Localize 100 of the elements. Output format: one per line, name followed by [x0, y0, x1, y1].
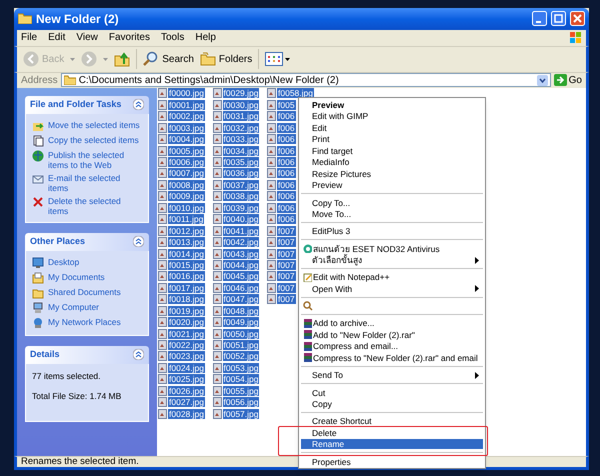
- file-name[interactable]: f0057.jpg: [222, 408, 260, 419]
- task-link[interactable]: Publish the selected items to the Web: [48, 150, 142, 170]
- file-name[interactable]: f0006.jpg: [168, 157, 205, 168]
- task-link[interactable]: Copy the selected items: [48, 134, 142, 145]
- task-link[interactable]: My Documents: [48, 272, 142, 282]
- file-name[interactable]: f006: [277, 202, 296, 213]
- file-name[interactable]: f006: [277, 122, 296, 133]
- file-name[interactable]: f0036.jpg: [222, 168, 260, 178]
- file-name[interactable]: f0052.jpg: [222, 351, 260, 362]
- file-name[interactable]: f007: [277, 294, 296, 304]
- file-name[interactable]: f0035.jpg: [222, 157, 260, 168]
- file-name[interactable]: f0009.jpg: [168, 191, 205, 202]
- file-name[interactable]: f0016.jpg: [168, 271, 205, 282]
- file-name[interactable]: f0021.jpg: [168, 328, 205, 339]
- file-name[interactable]: f0043.jpg: [222, 248, 260, 259]
- file-name[interactable]: f0027.jpg: [168, 397, 205, 408]
- menu-item[interactable]: Edit: [48, 30, 66, 46]
- file-name[interactable]: f006: [277, 157, 296, 168]
- file-name[interactable]: f007: [277, 282, 296, 293]
- file-name[interactable]: f0013.jpg: [168, 237, 205, 248]
- file-name[interactable]: f007: [277, 248, 296, 259]
- file-name[interactable]: f007: [277, 226, 296, 236]
- menu-item[interactable]: Compress to "New Folder (2).rar" and email: [301, 352, 483, 363]
- task-link[interactable]: My Network Places: [48, 316, 142, 327]
- file-name[interactable]: f006: [277, 191, 296, 202]
- file-name[interactable]: f0011.jpg: [168, 214, 204, 224]
- file-name[interactable]: f0051.jpg: [222, 340, 260, 350]
- menu-item[interactable]: Copy To...: [301, 198, 483, 208]
- menu-item[interactable]: Open With: [301, 284, 483, 294]
- menu-item[interactable]: Cut: [301, 388, 483, 398]
- file-name[interactable]: f0018.jpg: [168, 294, 205, 304]
- file-name[interactable]: f006: [277, 168, 296, 178]
- file-name[interactable]: f0039.jpg: [222, 202, 260, 213]
- file-name[interactable]: f0041.jpg: [222, 226, 260, 236]
- menu-item[interactable]: Edit with GIMP: [301, 111, 483, 122]
- menu-item[interactable]: Add to "New Folder (2).rar": [301, 330, 483, 340]
- file-name[interactable]: f0048.jpg: [222, 306, 260, 316]
- menu-item[interactable]: ตัวเลือกขั้นสูง: [301, 255, 483, 266]
- menu-item[interactable]: Create Shortcut: [301, 416, 483, 426]
- file-name[interactable]: f0046.jpg: [222, 282, 260, 293]
- menu-item[interactable]: Preview: [301, 100, 483, 110]
- folders-button[interactable]: Folders: [200, 52, 252, 67]
- menu-item[interactable]: Edit: [301, 122, 483, 133]
- file-name[interactable]: f0037.jpg: [222, 180, 260, 190]
- task-link[interactable]: Move the selected items: [48, 120, 142, 130]
- file-name[interactable]: f0007.jpg: [168, 168, 205, 178]
- file-name[interactable]: f0000.jpg: [168, 88, 205, 98]
- menu-item[interactable]: Add to archive...: [301, 318, 483, 328]
- menu-item[interactable]: Tools: [160, 30, 184, 46]
- file-name[interactable]: f006: [277, 214, 296, 224]
- menu-item[interactable]: สแกนด้วย ESET NOD32 Antivirus: [301, 244, 483, 254]
- menu-item[interactable]: Properties: [301, 456, 483, 467]
- address-field[interactable]: C:\Documents and Settings\admin\Desktop\New Folder (2): [60, 73, 551, 88]
- menu-item[interactable]: Edit with Notepad++: [301, 272, 483, 282]
- file-name[interactable]: f0032.jpg: [222, 122, 260, 133]
- panel-header[interactable]: Other Places: [25, 232, 149, 251]
- file-name[interactable]: f0005.jpg: [168, 146, 205, 156]
- file-name[interactable]: f0015.jpg: [168, 260, 205, 270]
- menu-item[interactable]: Send To: [301, 370, 483, 380]
- file-name[interactable]: f0058.jpg: [277, 88, 314, 98]
- file-name[interactable]: f0054.jpg: [222, 374, 260, 384]
- panel-header[interactable]: Details: [25, 346, 149, 364]
- task-link[interactable]: Desktop: [48, 256, 142, 267]
- menu-item[interactable]: Compress and email...: [301, 341, 483, 352]
- menu-item[interactable]: Favorites: [108, 30, 150, 46]
- menu-item[interactable]: Delete: [301, 428, 483, 438]
- file-name[interactable]: f0022.jpg: [168, 340, 205, 350]
- file-name[interactable]: f0029.jpg: [222, 88, 260, 98]
- file-name[interactable]: f0053.jpg: [222, 362, 260, 373]
- file-name[interactable]: f0050.jpg: [222, 328, 260, 339]
- menu-item[interactable]: Copy: [301, 399, 483, 409]
- menu-item[interactable]: Rename: [301, 439, 483, 450]
- menu-item[interactable]: File: [21, 30, 38, 46]
- menu-item[interactable]: Move To...: [301, 209, 483, 220]
- file-name[interactable]: f0003.jpg: [168, 122, 205, 133]
- panel-header[interactable]: File and Folder Tasks: [25, 96, 149, 114]
- file-name[interactable]: f006: [277, 134, 296, 144]
- menu-item[interactable]: View: [76, 30, 98, 46]
- menu-item[interactable]: Resize Pictures: [301, 168, 483, 179]
- file-name[interactable]: f0034.jpg: [222, 146, 260, 156]
- file-name[interactable]: f0042.jpg: [222, 237, 260, 248]
- file-name[interactable]: f0004.jpg: [168, 134, 205, 144]
- file-name[interactable]: f0001.jpg: [168, 100, 205, 110]
- menu-item[interactable]: Print: [301, 134, 483, 144]
- file-name[interactable]: f005: [277, 100, 296, 110]
- file-name[interactable]: f0044.jpg: [222, 260, 260, 270]
- search-button[interactable]: Search: [143, 51, 194, 68]
- menu-item[interactable]: Preview: [301, 180, 483, 190]
- file-name[interactable]: f0049.jpg: [222, 317, 260, 328]
- file-name[interactable]: f0047.jpg: [222, 294, 260, 304]
- menu-item[interactable]: Find target: [301, 146, 483, 156]
- file-name[interactable]: f0033.jpg: [222, 134, 260, 144]
- file-name[interactable]: f0010.jpg: [168, 202, 205, 213]
- go-button[interactable]: Go: [554, 72, 582, 88]
- file-name[interactable]: f0019.jpg: [168, 306, 205, 316]
- file-name[interactable]: f0026.jpg: [168, 386, 205, 396]
- file-name[interactable]: f006: [277, 111, 296, 122]
- file-name[interactable]: f0055.jpg: [222, 386, 260, 396]
- file-name[interactable]: f0045.jpg: [222, 271, 260, 282]
- file-name[interactable]: f0024.jpg: [168, 362, 205, 373]
